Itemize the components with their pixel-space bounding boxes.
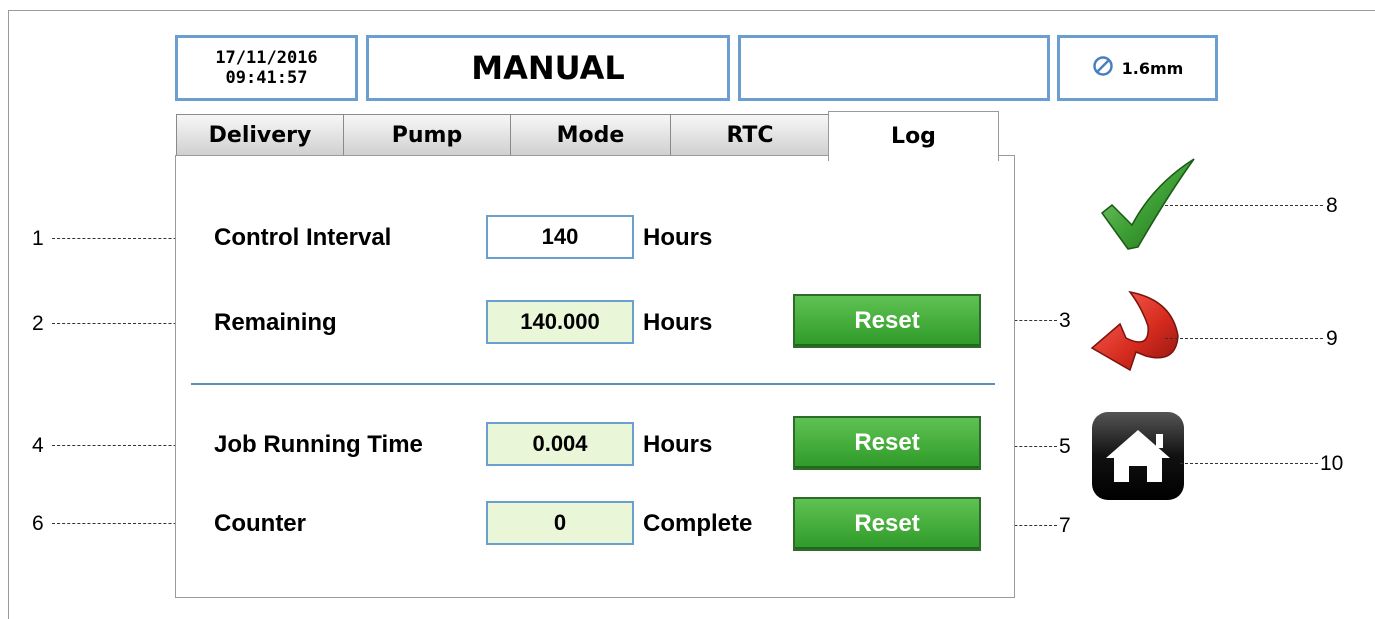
remaining-value: 140.000 [486, 300, 634, 344]
callout-7: 7 [1059, 514, 1071, 537]
home-icon [1092, 412, 1184, 500]
callout-8: 8 [1326, 194, 1338, 217]
figure-frame-top [8, 10, 1375, 11]
callout-4: 4 [32, 434, 44, 457]
reset-counter-button[interactable]: Reset [793, 497, 981, 551]
control-interval-label: Control Interval [214, 224, 392, 251]
callout-9: 9 [1326, 327, 1338, 350]
callout-10: 10 [1320, 452, 1344, 475]
callout-3: 3 [1059, 309, 1071, 332]
callout-6: 6 [32, 512, 44, 535]
counter-unit: Complete [643, 510, 753, 537]
date-text: 17/11/2016 [215, 48, 318, 68]
mode-text: MANUAL [471, 49, 625, 87]
job-running-time-unit: Hours [643, 431, 713, 458]
job-running-time-value: 0.004 [486, 422, 634, 466]
mode-display: MANUAL [366, 35, 730, 101]
home-button[interactable] [1090, 410, 1186, 507]
section-divider [191, 383, 995, 385]
nozzle-size-text: 1.6mm [1121, 58, 1184, 78]
time-text: 09:41:57 [225, 68, 308, 88]
diameter-icon [1092, 55, 1114, 81]
figure-frame-left [8, 10, 9, 619]
control-interval-input[interactable]: 140 [486, 215, 634, 259]
callout-2: 2 [32, 312, 44, 335]
datetime-display: 17/11/2016 09:41:57 [175, 35, 358, 101]
tab-pump[interactable]: Pump [343, 114, 511, 156]
back-arrow-icon [1090, 290, 1179, 372]
tab-rtc[interactable]: RTC [670, 114, 830, 156]
remaining-label: Remaining [214, 309, 337, 336]
tab-delivery[interactable]: Delivery [176, 114, 344, 156]
checkmark-icon [1100, 158, 1195, 250]
nozzle-display: 1.6mm [1057, 35, 1218, 101]
remaining-unit: Hours [643, 309, 713, 336]
counter-value: 0 [486, 501, 634, 545]
control-interval-unit: Hours [643, 224, 713, 251]
message-display [738, 35, 1050, 101]
callout-line-9 [1165, 338, 1323, 339]
tab-log[interactable]: Log [828, 111, 999, 161]
callout-line-8 [1165, 205, 1323, 206]
reset-remaining-button[interactable]: Reset [793, 294, 981, 348]
callout-5: 5 [1059, 435, 1071, 458]
reset-job-running-time-button[interactable]: Reset [793, 416, 981, 470]
callout-1: 1 [32, 227, 44, 250]
job-running-time-label: Job Running Time [214, 431, 423, 458]
tab-mode[interactable]: Mode [510, 114, 671, 156]
counter-label: Counter [214, 510, 306, 537]
callout-line-10 [1180, 463, 1318, 464]
